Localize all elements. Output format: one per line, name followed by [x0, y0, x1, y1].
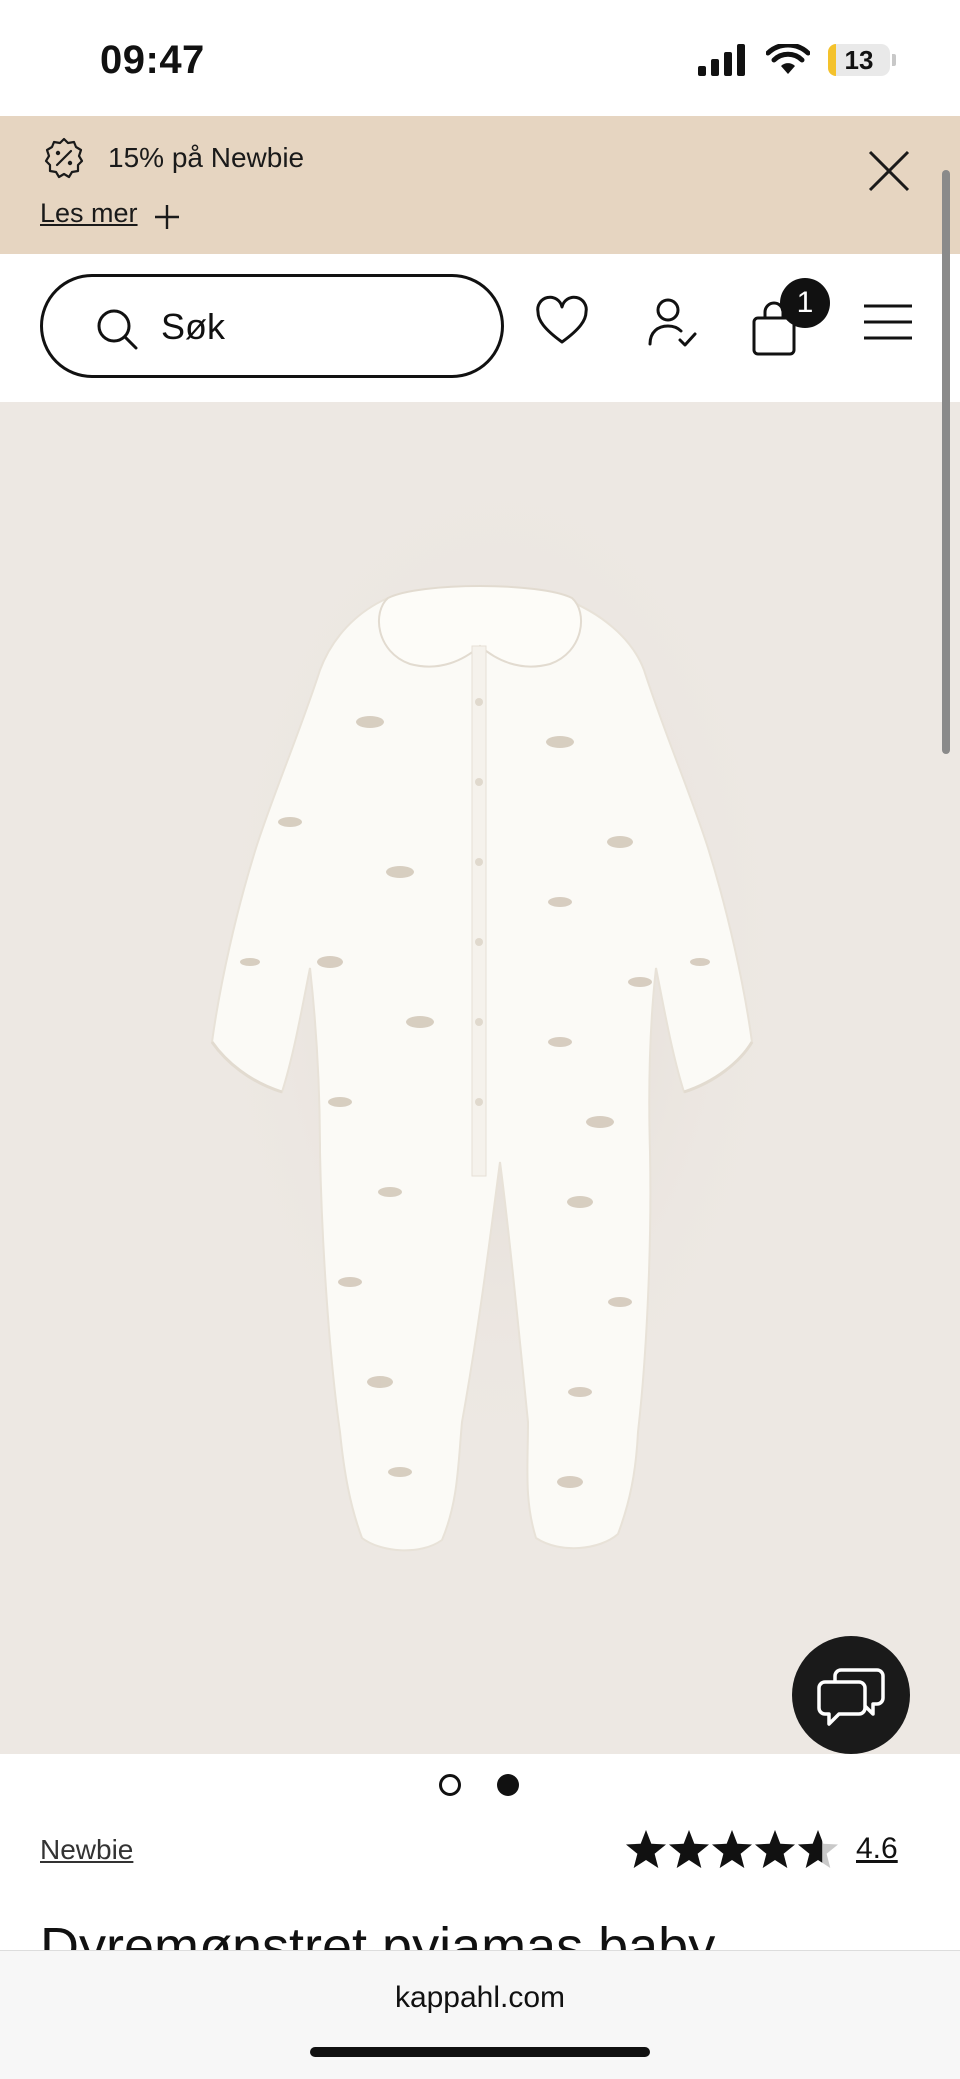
status-icons: 13	[696, 44, 896, 76]
battery-icon: 13	[828, 44, 896, 76]
pyjamas-illustration	[200, 442, 800, 1552]
carousel-indicator	[0, 1774, 960, 1800]
battery: 13	[828, 44, 890, 76]
status-bar: 09:47 13	[0, 0, 960, 116]
chat-button[interactable]	[792, 1636, 910, 1754]
promo-text: 15% på Newbie	[108, 142, 305, 173]
search-input[interactable]	[161, 303, 481, 351]
site-header: 1	[0, 254, 960, 402]
star-filled	[626, 1830, 666, 1868]
heart-icon[interactable]	[534, 294, 590, 350]
scrollbar[interactable]	[942, 170, 950, 754]
url-text[interactable]: kappahl.com	[0, 1981, 960, 2015]
carousel-dot-active[interactable]	[497, 1774, 519, 1796]
star-filled	[669, 1830, 709, 1868]
battery-level: 13	[844, 44, 874, 75]
browser-bottom-bar: kappahl.com	[0, 1950, 960, 2079]
brand-link[interactable]: Newbie	[40, 1834, 133, 1866]
wifi-icon	[766, 44, 810, 74]
rating-stars[interactable]	[624, 1828, 844, 1872]
status-time: 09:47	[100, 38, 205, 82]
chat-icon	[817, 1668, 885, 1726]
star-icon	[626, 1830, 838, 1868]
close-icon[interactable]	[864, 146, 914, 196]
product-image[interactable]	[0, 402, 960, 1754]
search-box[interactable]	[40, 274, 504, 378]
star-filled	[755, 1830, 795, 1868]
rating-value[interactable]: 4.6	[856, 1832, 898, 1866]
search-icon	[97, 309, 138, 350]
read-more-link[interactable]: Les mer	[40, 198, 138, 229]
carousel-dot[interactable]	[439, 1774, 461, 1796]
signal-icon	[698, 44, 745, 76]
battery-cap	[892, 54, 896, 66]
promo-banner: 15% på Newbie Les mer	[0, 116, 960, 254]
plus-icon[interactable]	[154, 204, 180, 230]
star-filled	[712, 1830, 752, 1868]
discount-badge-icon	[44, 137, 84, 179]
cart-count-badge: 1	[780, 278, 830, 328]
home-indicator	[310, 2047, 650, 2057]
menu-icon[interactable]	[860, 294, 916, 350]
account-icon[interactable]	[644, 294, 700, 350]
